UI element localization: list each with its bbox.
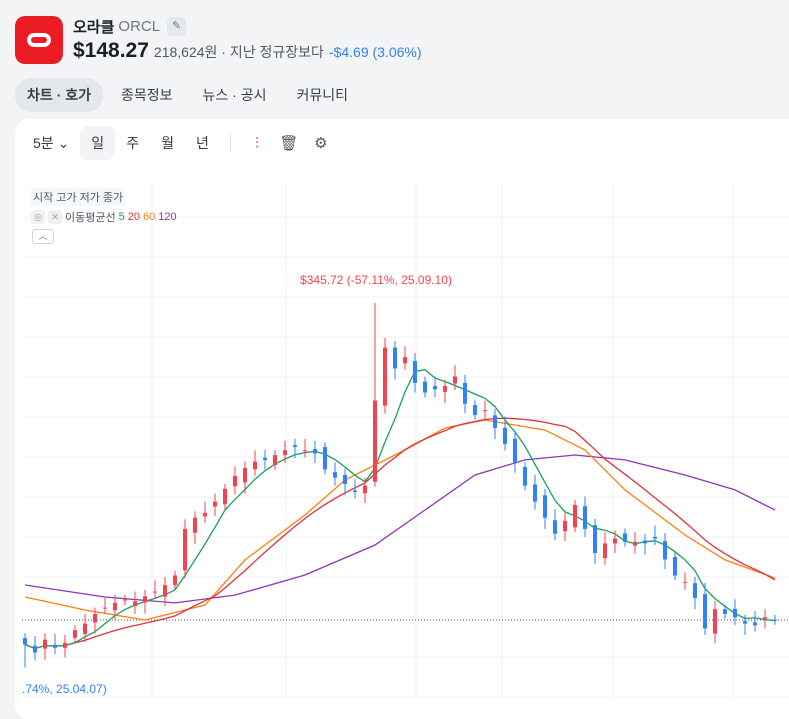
candle	[463, 382, 467, 404]
candle	[283, 450, 287, 456]
candle	[173, 575, 177, 586]
ma5-line	[24, 369, 776, 650]
candle	[413, 361, 417, 383]
candle	[123, 599, 127, 601]
candle	[133, 601, 137, 606]
candle	[93, 614, 97, 623]
candle	[383, 347, 387, 406]
candle	[623, 533, 627, 542]
candle	[723, 609, 727, 615]
candle	[373, 400, 377, 482]
candle	[693, 583, 697, 598]
candle	[403, 357, 407, 364]
candle	[583, 506, 587, 529]
candle	[563, 520, 567, 532]
candle	[573, 504, 577, 528]
close-icon[interactable]: ✕	[48, 210, 62, 224]
high-label: $345.72 (-57.11%, 25.09.10)	[300, 273, 452, 287]
candle	[443, 386, 447, 392]
candle	[253, 461, 257, 470]
candle	[763, 617, 767, 619]
candle	[223, 488, 227, 505]
ohlc-legend: 시작 고가 저가 종가	[31, 188, 126, 206]
candle	[163, 585, 167, 597]
candle	[203, 512, 207, 517]
hide-icon[interactable]: ◎	[31, 210, 45, 224]
candle	[673, 556, 677, 576]
candle	[473, 405, 477, 415]
candle	[333, 472, 337, 478]
candle	[533, 484, 537, 502]
candle	[423, 381, 427, 393]
candle	[663, 541, 667, 560]
candle	[773, 619, 777, 621]
candle	[703, 594, 707, 629]
candle	[53, 644, 57, 648]
candle	[243, 467, 247, 483]
ma60-line	[24, 419, 776, 621]
collapse-button[interactable]: ︿	[32, 229, 54, 244]
ma20-label: 20	[127, 211, 140, 223]
candle	[433, 386, 437, 390]
candle	[593, 525, 597, 554]
candle	[193, 517, 197, 533]
ma60-label: 60	[142, 211, 156, 223]
candle	[113, 602, 117, 611]
candle	[63, 642, 67, 648]
ma5-label: 5	[118, 211, 125, 223]
candle	[363, 485, 367, 494]
candle	[263, 457, 267, 460]
candle	[83, 623, 87, 634]
candle	[213, 501, 217, 507]
candle	[483, 410, 487, 412]
candle	[603, 543, 607, 559]
candle	[753, 622, 757, 626]
candle	[153, 591, 157, 593]
candle	[33, 645, 37, 653]
candle	[453, 376, 457, 384]
candle	[493, 415, 497, 428]
price-chart[interactable]: $345.72 (-57.11%, 25.09.10) .74%, 25.04.0…	[0, 0, 789, 701]
ma120-label: 120	[158, 211, 177, 223]
candle	[733, 608, 737, 618]
candle	[293, 445, 297, 448]
candle	[23, 638, 27, 645]
candle	[393, 347, 397, 369]
candle	[633, 541, 637, 546]
candle	[523, 466, 527, 486]
candle	[303, 450, 307, 452]
low-label: .74%, 25.04.07)	[22, 682, 107, 696]
candle	[143, 596, 147, 603]
candle	[713, 609, 717, 634]
candle	[553, 520, 557, 534]
candle	[643, 540, 647, 544]
candle	[323, 447, 327, 470]
ma-label: 이동평균선	[65, 212, 116, 224]
candle	[613, 538, 617, 544]
ma-legend: ◎ ✕ 이동평균선 5 20 60 120	[31, 209, 177, 225]
candle	[43, 639, 47, 649]
candle	[353, 490, 357, 493]
candle	[503, 427, 507, 444]
candle	[313, 449, 317, 454]
candle	[273, 455, 277, 466]
candle	[343, 475, 347, 485]
candle	[683, 581, 687, 583]
candle	[743, 621, 747, 624]
candle	[233, 475, 237, 487]
candle	[73, 630, 77, 638]
candle	[543, 495, 547, 518]
candle	[183, 528, 187, 571]
candle	[103, 607, 107, 609]
candle	[513, 438, 517, 464]
ma120-line	[24, 454, 776, 604]
candle	[653, 536, 657, 539]
